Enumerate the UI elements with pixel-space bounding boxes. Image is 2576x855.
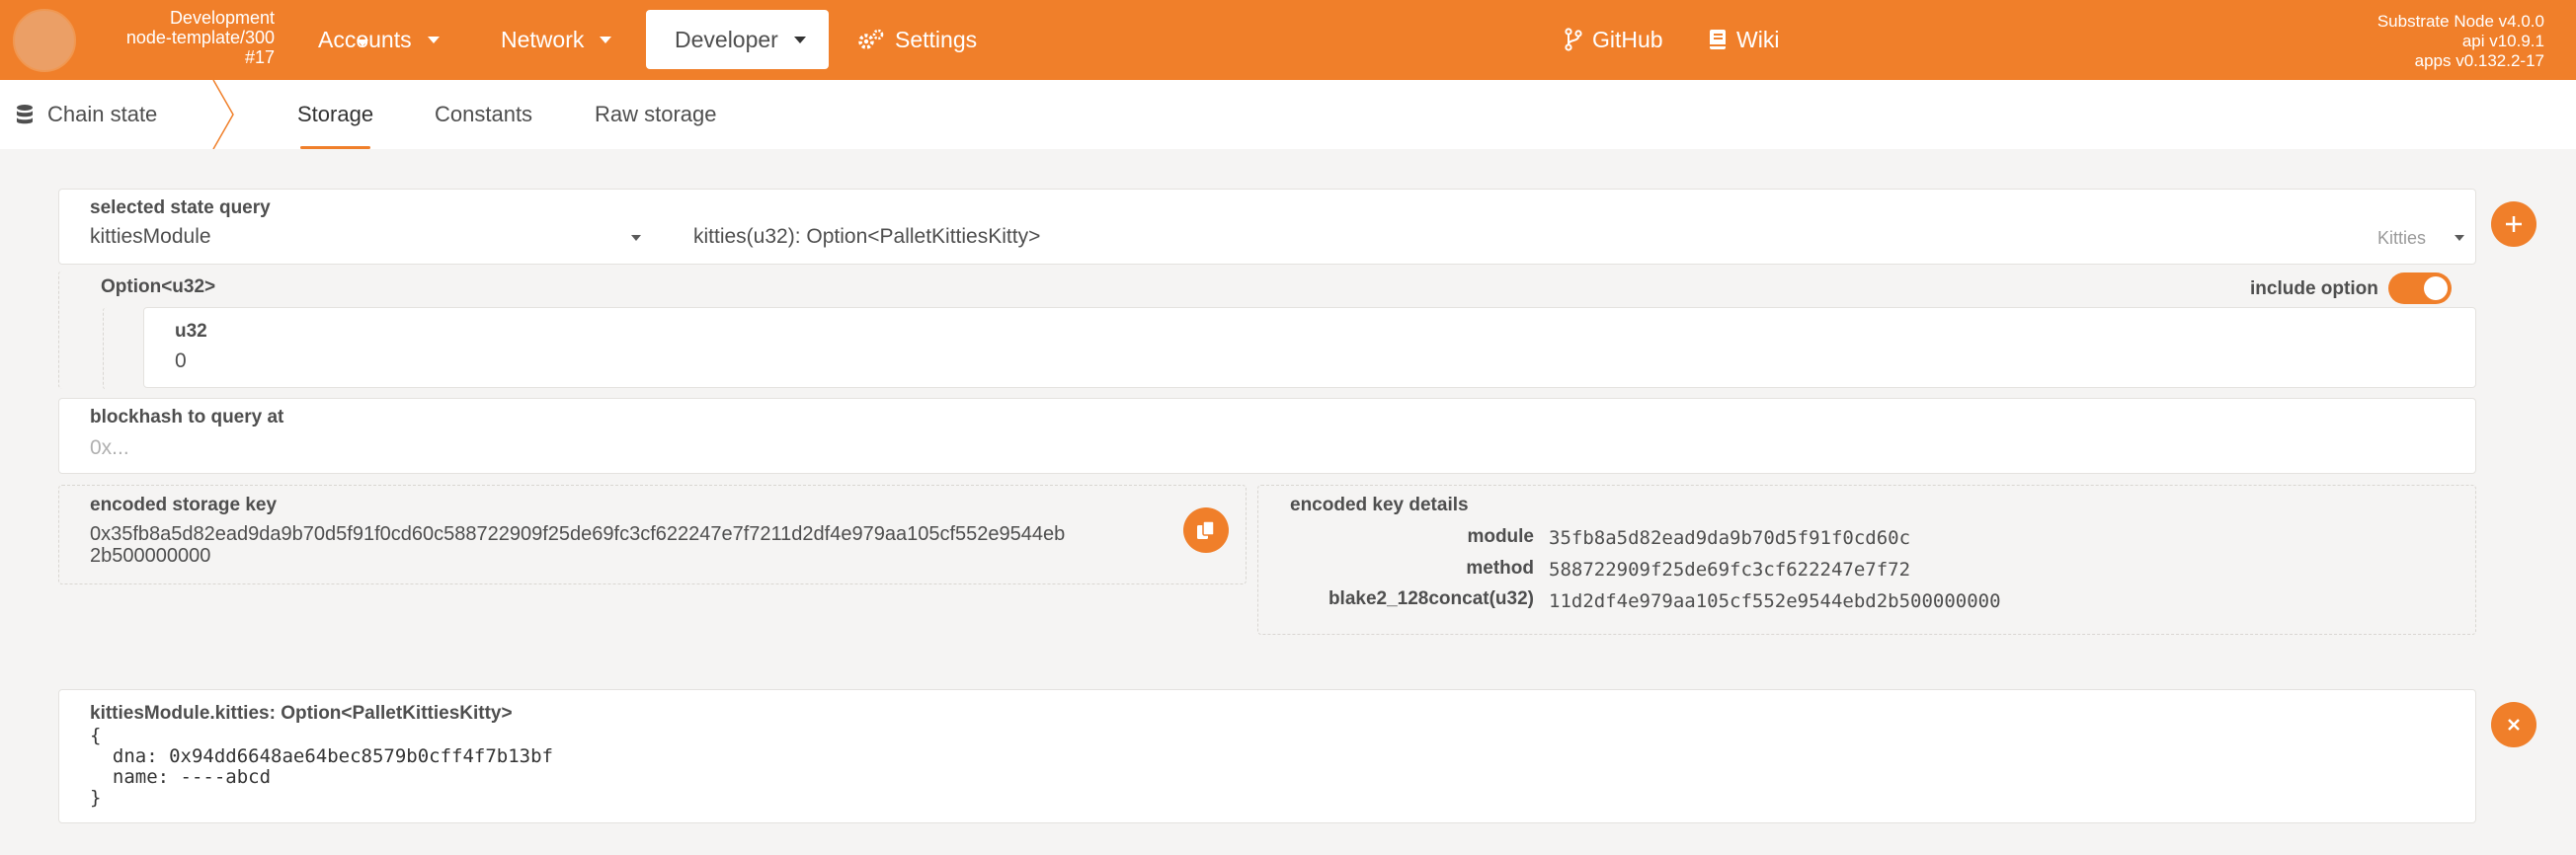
key-detail-hasher-key: blake2_128concat(u32) bbox=[1328, 588, 1534, 609]
result-line-name: name: ----abcd bbox=[90, 766, 272, 788]
nested-indent bbox=[103, 307, 142, 390]
chevron-down-icon bbox=[599, 36, 612, 44]
book-icon bbox=[1709, 29, 1727, 50]
module-dropdown-value: kittiesModule bbox=[90, 225, 211, 248]
chain-block: #17 bbox=[244, 47, 275, 67]
result-title: kittiesModule.kitties: Option<PalletKitt… bbox=[90, 703, 513, 724]
toggle-knob bbox=[2424, 276, 2448, 300]
chain-selector[interactable]: Development node-template/300 #17 bbox=[91, 8, 368, 67]
encoded-key-details: encoded key details module 35fb8a5d82ead… bbox=[1257, 485, 2476, 635]
plus-icon bbox=[2504, 214, 2524, 234]
encoded-key-value: 0x35fb8a5d82ead9da9b70d5f91f0cd60c588722… bbox=[90, 523, 1244, 567]
module-dropdown[interactable]: kittiesModule bbox=[59, 219, 662, 263]
nav-settings-label: Settings bbox=[895, 26, 978, 52]
include-option-toggle[interactable] bbox=[2388, 272, 2452, 304]
nav-github[interactable]: GitHub bbox=[1565, 10, 1663, 69]
blockhash-label: blockhash to query at bbox=[90, 407, 284, 428]
database-icon bbox=[16, 104, 34, 125]
key-details-label: encoded key details bbox=[1290, 495, 1469, 515]
version-info: Substrate Node v4.0.0 api v10.9.1 apps v… bbox=[2377, 12, 2544, 71]
result-open-brace: { bbox=[90, 725, 102, 746]
gear-icon bbox=[857, 29, 885, 50]
encoded-key-label: encoded storage key bbox=[90, 495, 278, 515]
code-branch-icon bbox=[1565, 28, 1582, 51]
nav-wiki-label: Wiki bbox=[1736, 26, 1780, 52]
u32-label: u32 bbox=[175, 321, 207, 342]
copy-icon bbox=[1195, 519, 1217, 541]
apps-version: apps v0.132.2-17 bbox=[2414, 51, 2544, 70]
chain-name: Development bbox=[169, 8, 275, 28]
method-doc: Kitties bbox=[2377, 228, 2427, 248]
blockhash-placeholder: 0x... bbox=[90, 436, 129, 459]
close-icon bbox=[2506, 717, 2522, 733]
option-type-label: Option<u32> bbox=[101, 276, 216, 297]
nav-accounts[interactable]: Accounts bbox=[318, 10, 441, 69]
result-line-dna: dna: 0x94dd6648ae64bec8579b0cff4f7b13bf bbox=[90, 745, 553, 767]
include-option-label: include option bbox=[2250, 278, 2378, 299]
key-detail-method-key: method bbox=[1466, 558, 1534, 579]
breadcrumb-label: Chain state bbox=[47, 102, 158, 126]
chevron-down-icon bbox=[630, 234, 642, 242]
nav-developer-label: Developer bbox=[675, 26, 778, 52]
nav-settings[interactable]: Settings bbox=[857, 10, 977, 69]
blockhash-input[interactable]: blockhash to query at 0x... bbox=[58, 398, 2476, 474]
key-detail-method-value: 588722909f25de69fc3cf622247e7f72 bbox=[1549, 559, 1911, 581]
key-detail-module-key: module bbox=[1467, 526, 1534, 547]
tab-storage[interactable]: Storage bbox=[297, 80, 373, 149]
result-value: { dna: 0x94dd6648ae64bec8579b0cff4f7b13b… bbox=[90, 726, 553, 809]
nav-github-label: GitHub bbox=[1592, 26, 1663, 52]
tab-raw-storage[interactable]: Raw storage bbox=[595, 80, 717, 149]
remove-result-button[interactable] bbox=[2491, 702, 2536, 747]
method-dropdown-value: kitties(u32): Option<PalletKittiesKitty> bbox=[693, 225, 1041, 248]
key-detail-module-value: 35fb8a5d82ead9da9b70d5f91f0cd60c bbox=[1549, 527, 1911, 549]
nav-wiki[interactable]: Wiki bbox=[1709, 10, 1779, 69]
u32-value: 0 bbox=[175, 350, 187, 372]
encoded-key-line-1: 0x35fb8a5d82ead9da9b70d5f91f0cd60c588722… bbox=[90, 523, 1066, 545]
nav-network[interactable]: Network bbox=[501, 10, 612, 69]
encoded-storage-key: encoded storage key 0x35fb8a5d82ead9da9b… bbox=[58, 485, 1247, 584]
api-version: api v10.9.1 bbox=[2461, 32, 2544, 50]
u32-input[interactable]: u32 0 bbox=[143, 307, 2476, 388]
chain-logo[interactable] bbox=[13, 9, 76, 72]
nav-developer[interactable]: Developer bbox=[646, 10, 829, 69]
tab-constants[interactable]: Constants bbox=[435, 80, 532, 149]
breadcrumb-separator bbox=[212, 80, 234, 149]
chevron-down-icon bbox=[2454, 234, 2465, 242]
sub-navigation: Chain state Storage Constants Raw storag… bbox=[0, 80, 2576, 149]
node-version: Substrate Node v4.0.0 bbox=[2376, 12, 2544, 31]
state-query-label: selected state query bbox=[90, 197, 271, 218]
top-bar: Development node-template/300 #17 Accoun… bbox=[0, 0, 2576, 80]
method-dropdown[interactable]: kitties(u32): Option<PalletKittiesKitty>… bbox=[691, 219, 2469, 263]
nav-network-label: Network bbox=[501, 26, 585, 52]
result-close-brace: } bbox=[90, 787, 102, 809]
copy-button[interactable] bbox=[1183, 507, 1229, 553]
state-query-selector: selected state query kittiesModule kitti… bbox=[58, 189, 2476, 265]
breadcrumb: Chain state bbox=[16, 80, 157, 149]
nav-accounts-label: Accounts bbox=[318, 26, 412, 52]
key-detail-hasher-value: 11d2df4e979aa105cf552e9544ebd2b500000000 bbox=[1549, 590, 2001, 612]
chevron-down-icon bbox=[793, 36, 807, 44]
encoded-key-line-2: 2b500000000 bbox=[90, 545, 211, 567]
chain-node: node-template/300 bbox=[125, 28, 275, 47]
chevron-down-icon bbox=[427, 36, 441, 44]
add-query-button[interactable] bbox=[2491, 201, 2536, 247]
